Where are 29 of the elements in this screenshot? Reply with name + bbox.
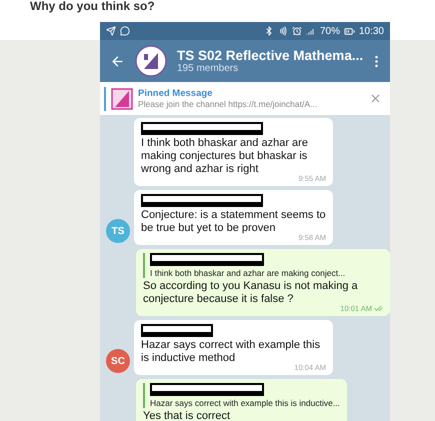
- user-avatar[interactable]: SC: [106, 349, 130, 373]
- message-text: So according to you Kanasu is not making a conjecture because it is false ?: [143, 280, 359, 306]
- quoted-text: I think both bhaskar and azhar are making conject...: [150, 268, 346, 278]
- close-icon[interactable]: [369, 92, 382, 105]
- signal-icon: [306, 26, 316, 36]
- message-text: I think both bhaskar and azhar are making conjectures but bhaskar is wrong and azhar is right: [141, 137, 309, 176]
- message-text: Hazar says correct with example this is inductive method: [141, 339, 322, 364]
- pinned-label: Pinned Message: [138, 88, 214, 99]
- pinned-text: Please join the channel https://t.me/joinchat/A...: [138, 99, 318, 109]
- message-text: Conjecture: is a statemment seems to be true but yet to be proven: [141, 209, 326, 234]
- page-heading: Why do you think so?: [30, 0, 156, 15]
- battery-level: 70%: [320, 26, 340, 36]
- message-text: Yes that is correct: [143, 410, 232, 421]
- chat-bubble-icon: [120, 26, 130, 36]
- clock-time: 10:30: [358, 26, 384, 36]
- quoted-text: Hazar says correct with example this is inductive...: [150, 398, 340, 408]
- send-icon: [106, 26, 116, 36]
- reply-quote[interactable]: Hazar says correct with example this is inductive...: [143, 383, 340, 408]
- nfc-icon: [278, 26, 288, 36]
- member-count: 195 members: [177, 63, 240, 74]
- reply-quote[interactable]: I think both bhaskar and azhar are making conject...: [143, 253, 383, 278]
- alarm-icon: [292, 26, 302, 36]
- group-logo-icon[interactable]: [135, 45, 167, 77]
- user-avatar[interactable]: TS: [106, 219, 130, 243]
- bluetooth-icon: [264, 26, 274, 36]
- redaction-bar: [141, 324, 213, 337]
- battery-icon: [344, 26, 355, 36]
- pinned-thumbnail-icon: [111, 88, 133, 110]
- pinned-message-bar[interactable]: Pinned Message Please join the channel https://t.me/joinchat/A...: [100, 82, 390, 115]
